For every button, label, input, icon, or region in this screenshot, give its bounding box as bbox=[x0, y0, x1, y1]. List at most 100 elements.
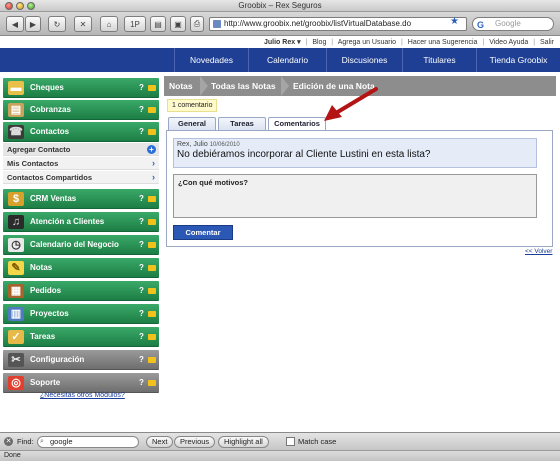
help-icon[interactable]: ? bbox=[139, 373, 144, 393]
expand-arrow-icon[interactable] bbox=[148, 219, 156, 225]
star-bookmark-icon[interactable]: ★ bbox=[450, 16, 459, 27]
tab-general[interactable]: General bbox=[168, 117, 216, 130]
projects-icon: ▥ bbox=[8, 307, 24, 321]
highlight-all-button[interactable]: Highlight all bbox=[218, 436, 269, 448]
help-icon[interactable]: ? bbox=[139, 258, 144, 278]
comment-submit-button[interactable]: Comentar bbox=[173, 225, 233, 240]
expand-arrow-icon[interactable] bbox=[148, 334, 156, 340]
breadcrumb-todas-notas[interactable]: Todas las Notas bbox=[211, 76, 276, 96]
expand-arrow-icon[interactable] bbox=[148, 288, 156, 294]
nav-tienda[interactable]: Tienda Groobix bbox=[476, 48, 560, 72]
close-find-icon[interactable]: ✕ bbox=[4, 437, 13, 446]
match-case-label: Match case bbox=[298, 437, 337, 446]
help-icon[interactable]: ? bbox=[139, 189, 144, 209]
sidebar-item-cheques[interactable]: ▬ Cheques ? bbox=[3, 78, 159, 98]
tab-comentarios[interactable]: Comentarios bbox=[268, 117, 326, 131]
expand-arrow-icon[interactable] bbox=[148, 311, 156, 317]
status-text: Done bbox=[4, 452, 21, 459]
url-text: http://www.groobix.net/groobix/listVirtu… bbox=[224, 19, 412, 28]
comment-count-badge: 1 comentario bbox=[167, 99, 218, 112]
expand-arrow-icon[interactable] bbox=[148, 107, 156, 113]
sidebar-item-configuracion[interactable]: ✂ Configuración ? bbox=[3, 350, 159, 370]
breadcrumb-notas[interactable]: Notas bbox=[169, 76, 193, 96]
match-case-checkbox[interactable] bbox=[286, 437, 295, 446]
more-modules-link[interactable]: ¿Necesitas otros Módulos? bbox=[40, 392, 125, 399]
expand-arrow-icon[interactable] bbox=[148, 357, 156, 363]
expand-arrow-icon[interactable] bbox=[148, 129, 156, 135]
expand-arrow-icon[interactable] bbox=[148, 196, 156, 202]
reload-icon: ↻ bbox=[53, 19, 61, 29]
comment-author: Rex, Julio bbox=[177, 141, 208, 148]
help-icon[interactable]: ? bbox=[139, 78, 144, 98]
video-help-link[interactable]: Video Ayuda bbox=[489, 39, 528, 46]
bookmark-toolbar-button[interactable]: ▤ bbox=[150, 16, 166, 32]
suggestion-link[interactable]: Hacer una Sugerencia bbox=[408, 39, 478, 46]
onepassword-button[interactable]: 1P bbox=[124, 16, 146, 32]
find-previous-button[interactable]: Previous bbox=[174, 436, 216, 448]
add-user-link[interactable]: Agrega un Usuario bbox=[338, 39, 396, 46]
box-icon: ▦ bbox=[8, 284, 24, 298]
help-icon[interactable]: ? bbox=[139, 281, 144, 301]
crm-icon: $ bbox=[8, 192, 24, 206]
print-icon: ⎙ bbox=[193, 19, 201, 28]
home-button[interactable]: ⌂ bbox=[100, 16, 118, 32]
bookmark-icon: ▤ bbox=[154, 19, 162, 29]
sidebar-item-atencion-clientes[interactable]: ♫ Atención a Clientes ? bbox=[3, 212, 159, 232]
sidebar-item-contactos[interactable]: ☎ Contactos ? bbox=[3, 122, 159, 142]
screen-icon: ▣ bbox=[174, 19, 182, 29]
find-next-button[interactable]: Next bbox=[146, 436, 174, 448]
submenu-contactos-compartidos[interactable]: Contactos Compartidos › bbox=[3, 171, 159, 184]
submenu-agregar-contacto[interactable]: Agregar Contacto + bbox=[3, 143, 159, 156]
nav-novedades[interactable]: Novedades bbox=[174, 48, 248, 72]
search-input[interactable]: G Google bbox=[472, 17, 554, 31]
expand-arrow-icon[interactable] bbox=[148, 242, 156, 248]
logout-link[interactable]: Salir bbox=[540, 39, 554, 46]
help-icon[interactable]: ? bbox=[139, 235, 144, 255]
comment-textarea[interactable]: ¿Con qué motivos? bbox=[173, 174, 537, 218]
expand-arrow-icon[interactable] bbox=[148, 85, 156, 91]
print-button[interactable]: ⎙ bbox=[190, 16, 204, 32]
lifebuoy-icon: ◎ bbox=[8, 376, 24, 390]
sidebar-item-proyectos[interactable]: ▥ Proyectos ? bbox=[3, 304, 159, 324]
headset-icon: ♫ bbox=[8, 215, 24, 229]
help-icon[interactable]: ? bbox=[139, 122, 144, 142]
help-icon[interactable]: ? bbox=[139, 327, 144, 347]
contacts-icon: ☎ bbox=[8, 125, 24, 139]
expand-arrow-icon[interactable] bbox=[148, 265, 156, 271]
help-icon[interactable]: ? bbox=[139, 212, 144, 232]
sidebar-item-tareas[interactable]: ✓ Tareas ? bbox=[3, 327, 159, 347]
sidebar-item-cobranzas[interactable]: ▤ Cobranzas ? bbox=[3, 100, 159, 120]
back-link[interactable]: << Volver bbox=[525, 248, 552, 255]
stop-button[interactable]: ✕ bbox=[74, 16, 92, 32]
nav-titulares[interactable]: Titulares bbox=[402, 48, 476, 72]
add-icon[interactable]: + bbox=[147, 145, 156, 154]
help-icon[interactable]: ? bbox=[139, 350, 144, 370]
home-icon: ⌂ bbox=[106, 19, 112, 29]
forward-button[interactable]: ▶ bbox=[25, 16, 41, 32]
back-arrow-icon: ◀ bbox=[11, 19, 19, 29]
submenu-mis-contactos[interactable]: Mis Contactos › bbox=[3, 157, 159, 170]
clock-icon: ◷ bbox=[8, 238, 24, 252]
chevron-right-icon: › bbox=[152, 158, 155, 168]
help-icon[interactable]: ? bbox=[139, 304, 144, 324]
screen-button[interactable]: ▣ bbox=[170, 16, 186, 32]
sidebar-item-soporte[interactable]: ◎ Soporte ? bbox=[3, 373, 159, 393]
sidebar-item-crm-ventas[interactable]: $ CRM Ventas ? bbox=[3, 189, 159, 209]
collections-icon: ▤ bbox=[8, 103, 24, 117]
url-field[interactable]: http://www.groobix.net/groobix/listVirtu… bbox=[209, 17, 467, 31]
find-input[interactable]: ⌕ google bbox=[37, 436, 139, 448]
sidebar-item-calendario-negocio[interactable]: ◷ Calendario del Negocio ? bbox=[3, 235, 159, 255]
help-icon[interactable]: ? bbox=[139, 100, 144, 120]
user-menu[interactable]: Julio Rex ▾ bbox=[264, 39, 301, 46]
nav-calendario[interactable]: Calendario bbox=[248, 48, 326, 72]
blog-link[interactable]: Blog bbox=[312, 39, 326, 46]
back-button[interactable]: ◀ bbox=[6, 16, 24, 32]
comment-text: No debiéramos incorporar al Cliente Lust… bbox=[177, 149, 431, 160]
expand-arrow-icon[interactable] bbox=[148, 380, 156, 386]
title-bar: Groobix – Rex Seguros bbox=[0, 0, 560, 12]
reload-button[interactable]: ↻ bbox=[48, 16, 66, 32]
nav-discusiones[interactable]: Discusiones bbox=[326, 48, 402, 72]
sidebar-item-pedidos[interactable]: ▦ Pedidos ? bbox=[3, 281, 159, 301]
tab-tareas[interactable]: Tareas bbox=[218, 117, 266, 130]
sidebar-item-notas[interactable]: ✎ Notas ? bbox=[3, 258, 159, 278]
